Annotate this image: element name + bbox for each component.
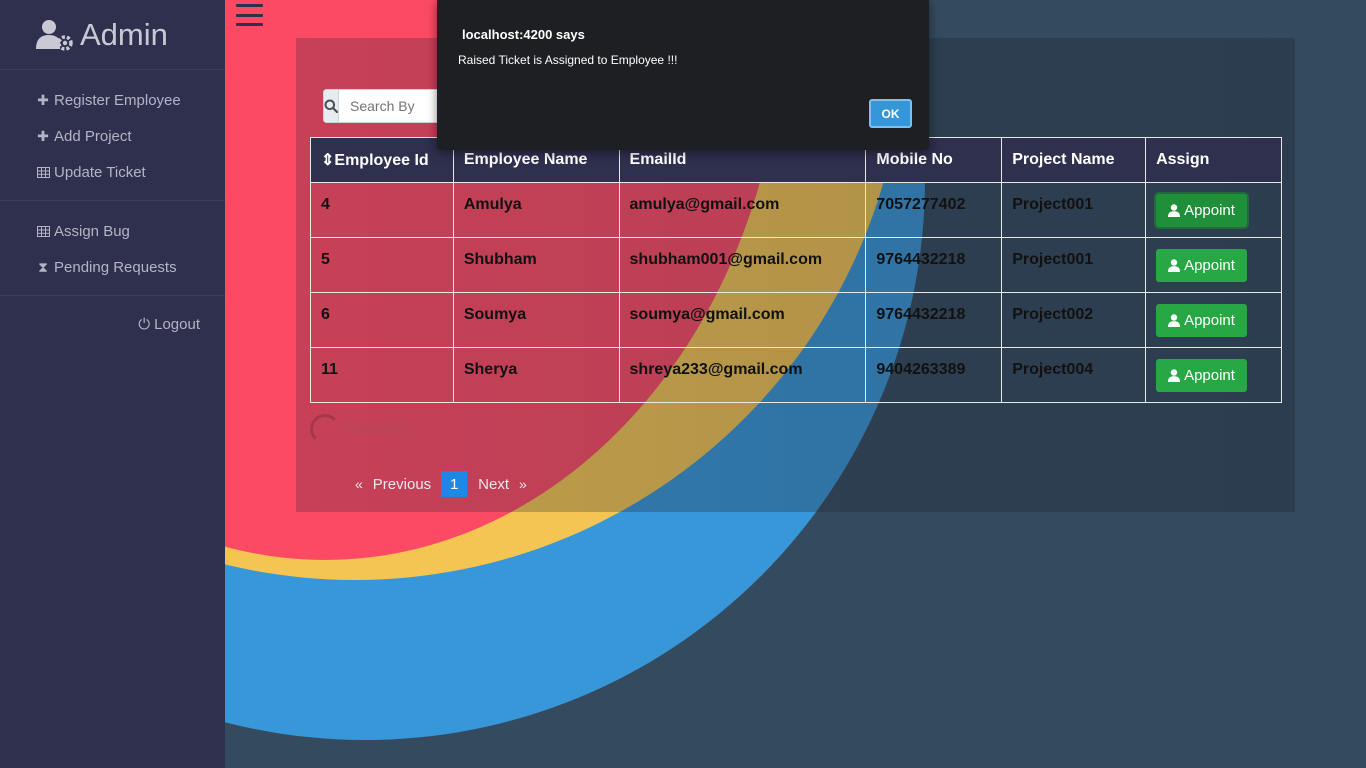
table-row: 4 Amulya amulya@gmail.com 7057277402 Pro… <box>310 182 1282 238</box>
user-icon <box>1168 258 1181 272</box>
search-button[interactable] <box>323 89 339 123</box>
sort-icon: ⇕ <box>321 152 335 169</box>
dialog-message: Raised Ticket is Assigned to Employee !!… <box>458 53 678 67</box>
appoint-label: Appoint <box>1184 366 1235 384</box>
nav-pending-requests[interactable]: ⧗ Pending Requests <box>0 249 225 285</box>
cell-project: Project001 <box>1001 182 1147 238</box>
header-project: Project Name <box>1001 137 1147 183</box>
cell-email: soumya@gmail.com <box>618 292 867 348</box>
cell-id: 11 <box>310 347 454 403</box>
nav-add-project[interactable]: ✚ Add Project <box>0 118 225 154</box>
user-icon <box>1168 313 1181 327</box>
cell-email: shreya233@gmail.com <box>618 347 867 403</box>
header-employee-id[interactable]: ⇕Employee Id <box>310 137 454 183</box>
cell-assign: Appoint <box>1145 347 1282 403</box>
brand: Admin <box>0 0 225 70</box>
cell-mobile: 7057277402 <box>865 182 1003 238</box>
search-group <box>323 89 443 123</box>
cell-name: Amulya <box>452 182 620 238</box>
table-row: 11 Sherya shreya233@gmail.com 9404263389… <box>310 347 1282 403</box>
menu-toggle-icon[interactable] <box>236 4 263 26</box>
spinner-icon <box>310 414 340 444</box>
cell-mobile: 9404263389 <box>865 347 1003 403</box>
cell-id: 4 <box>310 182 454 238</box>
cell-project: Project002 <box>1001 292 1147 348</box>
table-row: 6 Soumya soumya@gmail.com 9764432218 Pro… <box>310 292 1282 348</box>
cell-email: amulya@gmail.com <box>618 182 867 238</box>
table-row: 5 Shubham shubham001@gmail.com 976443221… <box>310 237 1282 293</box>
nav-label: Update Ticket <box>54 163 146 181</box>
nav-label: Assign Bug <box>54 222 130 240</box>
loading-text: Loading... <box>344 420 420 437</box>
pagination: « Previous 1 Next » <box>351 471 527 497</box>
cell-mobile: 9764432218 <box>865 292 1003 348</box>
plus-icon: ✚ <box>37 127 49 144</box>
cell-email: shubham001@gmail.com <box>618 237 867 293</box>
header-assign: Assign <box>1145 137 1282 183</box>
search-icon <box>324 99 338 113</box>
nav-assign-bug[interactable]: Assign Bug <box>0 213 225 249</box>
appoint-label: Appoint <box>1184 201 1235 219</box>
ok-button[interactable]: OK <box>869 99 912 128</box>
logout-link[interactable]: ⏻ Logout <box>0 296 225 333</box>
nav-label: Pending Requests <box>54 258 177 276</box>
cell-name: Soumya <box>452 292 620 348</box>
cell-name: Shubham <box>452 237 620 293</box>
search-input[interactable] <box>339 89 443 123</box>
hourglass-icon: ⧗ <box>38 258 48 275</box>
header-label: Employee Id <box>334 152 429 169</box>
nav-label: Add Project <box>54 127 132 145</box>
previous-link[interactable]: Previous <box>373 476 431 493</box>
user-cog-icon <box>36 19 73 51</box>
cell-project: Project001 <box>1001 237 1147 293</box>
appoint-button[interactable]: Appoint <box>1156 358 1247 392</box>
cell-id: 6 <box>310 292 454 348</box>
nav-group-bugs: Assign Bug ⧗ Pending Requests <box>0 201 225 296</box>
appoint-label: Appoint <box>1184 256 1235 274</box>
previous-arrow[interactable]: « <box>355 476 363 492</box>
appoint-button[interactable]: Appoint <box>1156 248 1247 282</box>
alert-dialog: localhost:4200 says Raised Ticket is Ass… <box>437 0 929 150</box>
brand-title: Admin <box>80 16 168 52</box>
nav-register-employee[interactable]: ✚ Register Employee <box>0 82 225 118</box>
cell-project: Project004 <box>1001 347 1147 403</box>
user-icon <box>1168 368 1181 382</box>
appoint-button[interactable]: Appoint <box>1156 193 1247 227</box>
cell-name: Sherya <box>452 347 620 403</box>
cell-assign: Appoint <box>1145 292 1282 348</box>
appoint-label: Appoint <box>1184 311 1235 329</box>
plus-icon: ✚ <box>37 91 49 108</box>
page-1[interactable]: 1 <box>441 471 468 497</box>
appoint-button[interactable]: Appoint <box>1156 303 1247 337</box>
nav-update-ticket[interactable]: Update Ticket <box>0 154 225 190</box>
loading-indicator: Loading... <box>310 414 420 444</box>
cell-id: 5 <box>310 237 454 293</box>
power-icon: ⏻ <box>138 316 151 333</box>
table-icon <box>36 225 50 237</box>
cell-assign: Appoint <box>1145 237 1282 293</box>
nav-group-main: ✚ Register Employee ✚ Add Project Update… <box>0 70 225 201</box>
next-arrow[interactable]: » <box>519 476 527 492</box>
next-link[interactable]: Next <box>478 476 509 493</box>
sidebar: Admin ✚ Register Employee ✚ Add Project … <box>0 0 225 768</box>
user-icon <box>1168 203 1181 217</box>
cell-assign: Appoint <box>1145 182 1282 238</box>
logout-label: Logout <box>154 316 200 333</box>
nav-label: Register Employee <box>54 91 181 109</box>
cell-mobile: 9764432218 <box>865 237 1003 293</box>
employee-table: ⇕Employee Id Employee Name EmailId Mobil… <box>310 137 1282 403</box>
dialog-title: localhost:4200 says <box>462 27 585 42</box>
table-icon <box>36 166 50 178</box>
